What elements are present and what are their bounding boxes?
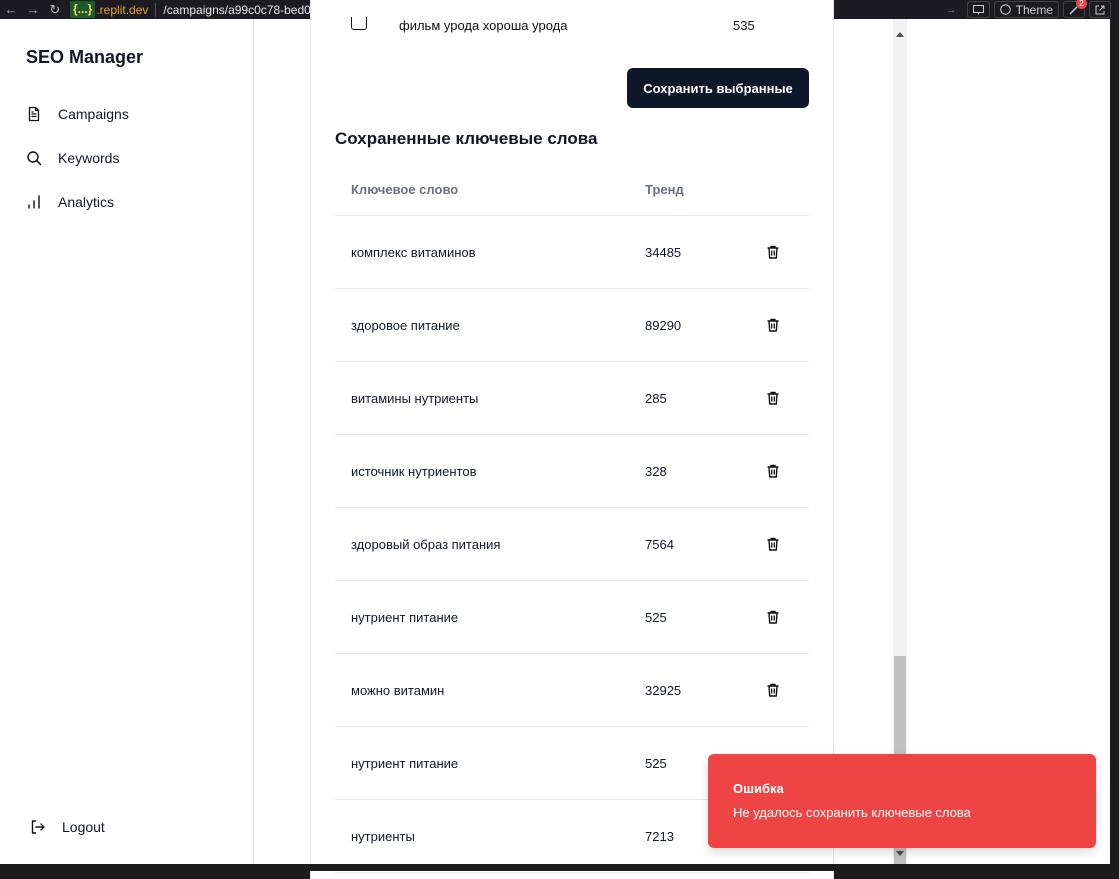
main-content: фильм урода хороша урода 535 Сохранить в…: [255, 0, 895, 879]
document-icon: [28, 106, 40, 122]
table-row: витамины нутриенты 285: [335, 362, 809, 435]
trend-cell: 525: [645, 756, 667, 771]
campaign-card: фильм урода хороша урода 535 Сохранить в…: [310, 0, 834, 879]
theme-label: Theme: [1015, 2, 1053, 17]
trend-cell: 7213: [645, 829, 674, 844]
trend-cell: 7564: [645, 537, 674, 552]
reload-icon[interactable]: ↻: [44, 0, 66, 19]
column-header-trend: Тренд: [645, 182, 684, 197]
trash-icon[interactable]: [765, 536, 781, 552]
notification-badge: 2: [1076, 0, 1087, 9]
back-icon[interactable]: ←: [0, 0, 22, 19]
app-window: SEO Manager Campaigns Keywords Analytics…: [0, 0, 1110, 879]
trend-cell: 328: [645, 464, 667, 479]
address-host: .replit.dev: [96, 2, 149, 17]
window-edge-bottom: [0, 864, 1119, 871]
trend-cell: 34485: [645, 245, 682, 260]
trash-icon[interactable]: [765, 463, 781, 479]
keyword-cell: витамины нутриенты: [351, 391, 479, 406]
open-external-button[interactable]: [1089, 1, 1111, 18]
keyword-checkbox[interactable]: [351, 17, 367, 30]
keyword-suggestion-row: фильм урода хороша урода 535: [351, 0, 811, 35]
table-row: нутриент питание 525: [335, 581, 809, 654]
suggestion-volume: 535: [733, 18, 755, 33]
trend-cell: 89290: [645, 318, 682, 333]
toast-title: Ошибка: [733, 781, 784, 796]
sidebar-item-label: Campaigns: [58, 106, 129, 122]
table-row: здоровый образ питания 7564: [335, 508, 809, 581]
logout-button[interactable]: Logout: [30, 819, 105, 835]
sidebar-item-label: Analytics: [58, 194, 115, 210]
column-header-keyword: Ключевое слово: [351, 182, 459, 197]
keyword-cell: нутриент питание: [351, 756, 459, 771]
notifications-button[interactable]: 2: [1063, 0, 1087, 18]
window-edge: [1110, 19, 1119, 871]
search-icon: [27, 151, 42, 166]
logout-icon: [31, 820, 45, 834]
keyword-cell: здоровое питание: [351, 318, 460, 333]
sidebar-item-campaigns[interactable]: Campaigns: [26, 106, 129, 122]
replit-badge: {...}: [70, 1, 96, 18]
table-header: Ключевое слово Тренд: [335, 162, 809, 216]
trend-cell: 525: [645, 610, 667, 625]
forward-icon[interactable]: →: [22, 0, 44, 19]
trend-cell: 32925: [645, 683, 682, 698]
scroll-down-icon[interactable]: [896, 851, 904, 856]
right-panel: [907, 19, 1110, 864]
keyword-cell: здоровый образ питания: [351, 537, 501, 552]
toolbar-right: → Theme 2: [946, 0, 1119, 18]
external-link-icon: [1095, 5, 1105, 14]
sidebar-item-keywords[interactable]: Keywords: [26, 150, 119, 166]
table-row: здоровое питание 89290: [335, 289, 809, 362]
device-button[interactable]: [966, 1, 990, 18]
page-scrollbar[interactable]: [893, 19, 907, 864]
logout-label: Logout: [62, 819, 105, 835]
suggestion-keyword: фильм урода хороша урода: [399, 18, 568, 33]
keyword-cell: источник нутриентов: [351, 464, 477, 479]
bar-chart-icon: [28, 195, 40, 209]
save-selected-button[interactable]: Сохранить выбранные: [627, 68, 809, 108]
trend-cell: 285: [645, 391, 667, 406]
address-divider: [155, 2, 157, 17]
sidebar: SEO Manager Campaigns Keywords Analytics…: [0, 19, 254, 864]
table-row: источник нутриентов 328: [335, 435, 809, 508]
theme-button[interactable]: Theme: [993, 1, 1059, 18]
keyword-cell: комплекс витаминов: [351, 245, 476, 260]
sidebar-item-analytics[interactable]: Analytics: [26, 194, 114, 210]
table-row: комплекс витаминов 34485: [335, 216, 809, 289]
go-arrow-icon[interactable]: →: [946, 4, 957, 16]
trash-icon[interactable]: [765, 317, 781, 333]
trash-icon[interactable]: [765, 609, 781, 625]
trash-icon[interactable]: [765, 244, 781, 260]
trash-icon[interactable]: [765, 682, 781, 698]
keyword-cell: нутриенты: [351, 829, 415, 844]
keyword-cell: можно витамин: [351, 683, 445, 698]
error-toast[interactable]: Ошибка Не удалось сохранить ключевые сло…: [708, 754, 1096, 848]
trash-icon[interactable]: [765, 390, 781, 406]
palette-icon: [999, 4, 1011, 15]
monitor-icon: [972, 4, 984, 14]
saved-keywords-title: Сохраненные ключевые слова: [335, 129, 598, 148]
table-row: можно витамин 32925: [335, 654, 809, 727]
brand-title: SEO Manager: [26, 47, 144, 67]
sidebar-item-label: Keywords: [58, 150, 120, 166]
keyword-cell: нутриент питание: [351, 610, 459, 625]
scroll-up-icon[interactable]: [896, 32, 904, 37]
toast-message: Не удалось сохранить ключевые слова: [733, 805, 971, 820]
